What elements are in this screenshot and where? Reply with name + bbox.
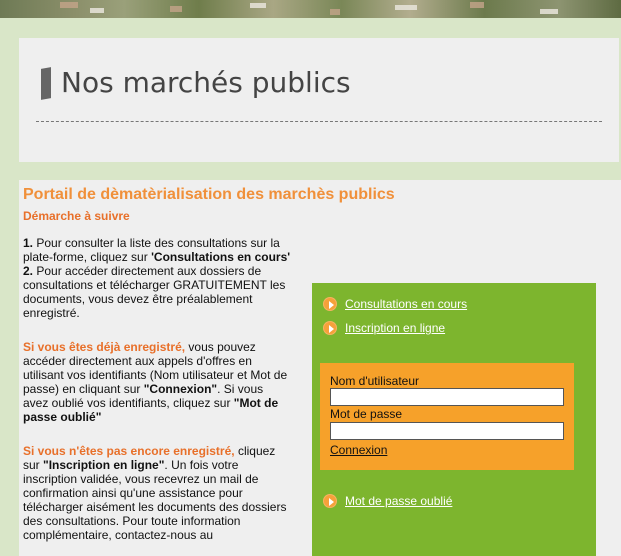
portal-subtitle: Démarche à suivre bbox=[23, 209, 130, 223]
forgot-password-link[interactable]: Mot de passe oublié bbox=[345, 494, 452, 508]
instructions: 1. Pour consulter la liste des consultat… bbox=[23, 236, 291, 542]
portal-title: Portail de dèmatèrialisation des marchès… bbox=[23, 186, 395, 203]
page-title: Nos marchés publics bbox=[61, 66, 351, 99]
instruction-step-1: 1. Pour consulter la liste des consultat… bbox=[23, 236, 291, 264]
page-header: Nos marchés publics bbox=[19, 38, 619, 162]
arrow-bullet-icon bbox=[323, 297, 337, 311]
username-label: Nom d'utilisateur bbox=[330, 374, 419, 388]
title-divider bbox=[36, 121, 602, 122]
consultations-link-row[interactable]: Consultations en cours bbox=[323, 297, 467, 311]
main-content: Portail de dèmatèrialisation des marchès… bbox=[19, 180, 621, 556]
connexion-link[interactable]: Connexion bbox=[330, 443, 387, 457]
consultations-link[interactable]: Consultations en cours bbox=[345, 297, 467, 311]
arrow-bullet-icon bbox=[323, 321, 337, 335]
instruction-not-registered: Si vous n'êtes pas encore enregistré, cl… bbox=[23, 444, 287, 542]
header-banner-photo bbox=[0, 0, 621, 18]
inscription-link-row[interactable]: Inscription en ligne bbox=[323, 321, 445, 335]
forgot-password-row[interactable]: Mot de passe oublié bbox=[323, 494, 452, 508]
instruction-registered: Si vous êtes déjà enregistré, vous pouve… bbox=[23, 340, 288, 424]
password-label: Mot de passe bbox=[330, 407, 403, 421]
inscription-link[interactable]: Inscription en ligne bbox=[345, 321, 445, 335]
password-input[interactable] bbox=[330, 422, 564, 440]
title-bar-icon bbox=[41, 67, 51, 100]
username-input[interactable] bbox=[330, 388, 564, 406]
access-panel: Consultations en cours Inscription en li… bbox=[312, 283, 596, 556]
instruction-step-2: 2. Pour accéder directement aux dossiers… bbox=[23, 264, 286, 320]
login-form: Nom d'utilisateur Mot de passe Connexion bbox=[320, 363, 574, 470]
arrow-bullet-icon bbox=[323, 494, 337, 508]
